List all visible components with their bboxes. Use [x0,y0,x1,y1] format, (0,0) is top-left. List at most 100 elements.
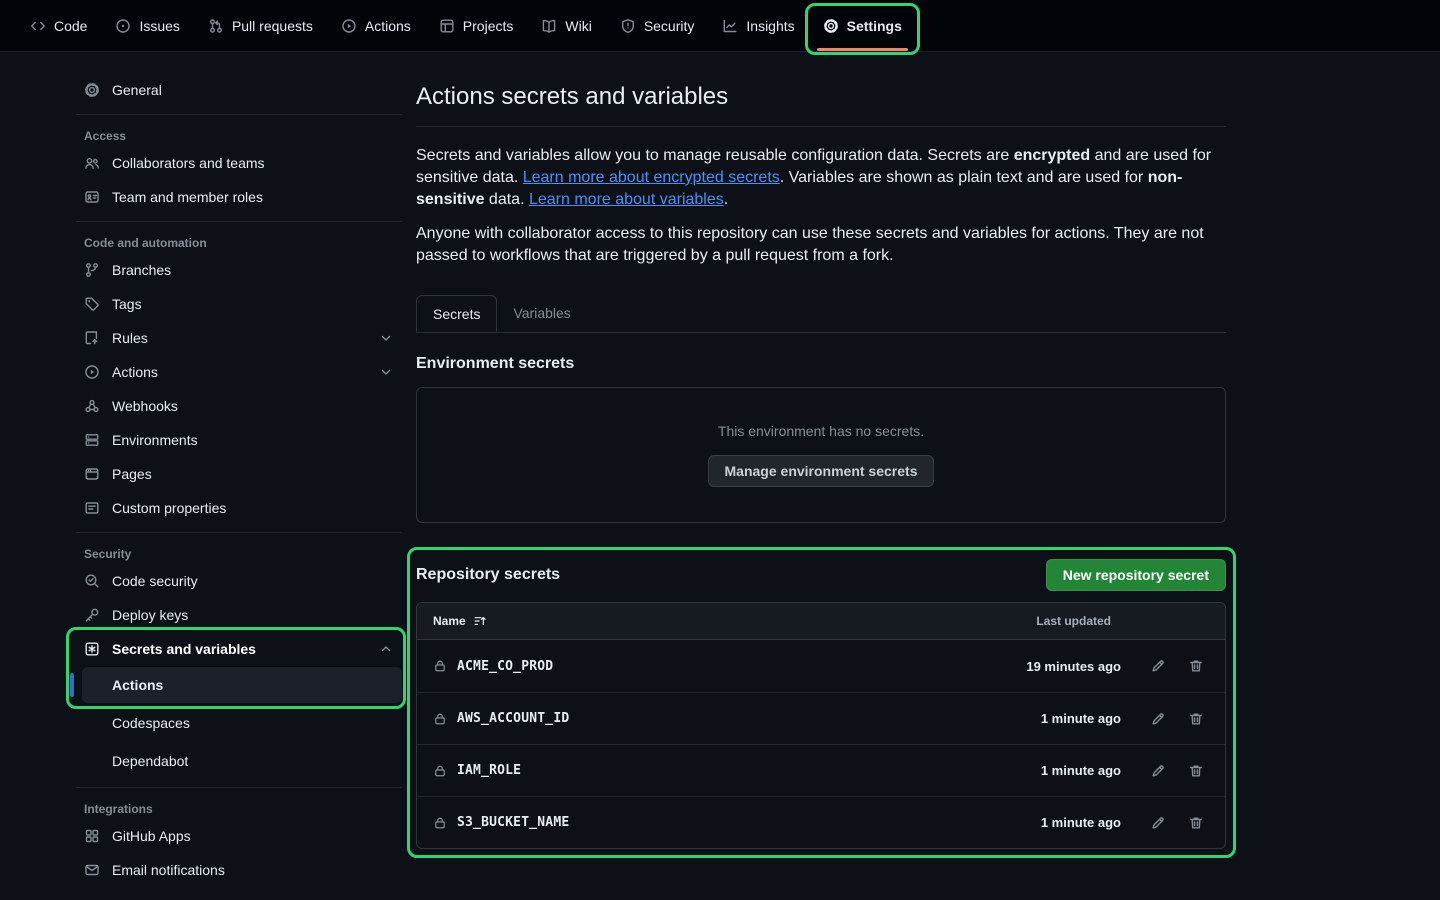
sidebar-item-label: Team and member roles [112,189,263,205]
intro-text: data. [484,191,528,208]
nav-tab-label: Wiki [565,18,591,34]
chevron-down-icon [378,330,394,346]
tab-variables[interactable]: Variables [497,295,586,332]
trash-icon [1188,815,1204,831]
trash-icon [1188,763,1204,779]
sidebar-item-environments[interactable]: Environments [76,424,402,456]
sidebar-item-email-notifications[interactable]: Email notifications [76,854,402,886]
codescan-icon [84,573,100,589]
lock-icon [433,712,447,726]
manage-environment-secrets-button[interactable]: Manage environment secrets [708,455,935,487]
repository-secrets-section: Repository secrets New repository secret… [416,559,1226,849]
edit-secret-button[interactable] [1139,647,1177,685]
sidebar-item-general[interactable]: General [76,74,402,106]
sidebar-subitem-codespaces[interactable]: Codespaces [82,705,402,741]
nav-tab-actions[interactable]: Actions [329,8,423,44]
sidebar-item-secrets-and-variables[interactable]: Secrets and variables [76,633,402,665]
nav-tab-pull-requests[interactable]: Pull requests [196,8,325,44]
secrets-variables-tabnav: Secrets Variables [416,295,1226,333]
edit-secret-button[interactable] [1139,700,1177,738]
sidebar-item-label: Collaborators and teams [112,155,265,171]
play-circle-icon [341,18,357,34]
secret-last-updated: 19 minutes ago [1026,659,1121,674]
repository-secrets-table: Name Last updated ACME_CO_PROD 19 minute… [416,602,1226,849]
shield-icon [620,18,636,34]
sidebar-item-label: Tags [112,296,142,312]
note-icon [84,500,100,516]
sidebar-section-security: Security [76,541,402,565]
secret-last-updated: 1 minute ago [1041,711,1121,726]
play-circle-icon [84,364,100,380]
graph-icon [722,18,738,34]
lock-icon [433,816,447,830]
webhook-icon [84,398,100,414]
secret-last-updated: 1 minute ago [1041,763,1121,778]
sidebar-item-deploy-keys[interactable]: Deploy keys [76,599,402,631]
edit-secret-button[interactable] [1139,804,1177,842]
secret-name: S3_BUCKET_NAME [457,815,569,830]
code-icon [30,18,46,34]
delete-secret-button[interactable] [1177,804,1215,842]
tab-secrets[interactable]: Secrets [416,295,497,332]
delete-secret-button[interactable] [1177,752,1215,790]
link-learn-variables[interactable]: Learn more about variables [529,191,724,208]
sidebar-item-branches[interactable]: Branches [76,254,402,286]
sidebar-item-collaborators[interactable]: Collaborators and teams [76,147,402,179]
sidebar-subitem-actions[interactable]: Actions [82,667,402,703]
nav-tab-projects[interactable]: Projects [427,8,526,44]
sidebar-item-label: Pages [112,466,152,482]
sidebar-item-label: Codespaces [112,715,190,731]
nav-tab-label: Security [644,18,695,34]
delete-secret-button[interactable] [1177,700,1215,738]
nav-tab-label: Issues [139,18,179,34]
sidebar-item-team-roles[interactable]: Team and member roles [76,181,402,213]
active-tab-underline [817,48,908,51]
secret-name: IAM_ROLE [457,763,521,778]
secret-row: ACME_CO_PROD 19 minutes ago [417,640,1225,692]
intro-paragraph: Secrets and variables allow you to manag… [416,145,1226,211]
sidebar-item-label: Actions [112,677,163,693]
name-header-label: Name [433,614,466,628]
sidebar-item-rules[interactable]: Rules [76,322,402,354]
sidebar-subitem-dependabot[interactable]: Dependabot [82,743,402,779]
sidebar-item-code-security[interactable]: Code security [76,565,402,597]
trash-icon [1188,711,1204,727]
link-learn-encrypted-secrets[interactable]: Learn more about encrypted secrets [523,169,780,186]
pencil-icon [1150,763,1166,779]
edit-secret-button[interactable] [1139,752,1177,790]
nav-tab-settings[interactable]: Settings [811,8,914,44]
sidebar-item-label: GitHub Apps [112,828,191,844]
sidebar-item-pages[interactable]: Pages [76,458,402,490]
repository-secrets-heading: Repository secrets [416,566,560,584]
secret-asterisk-icon [84,641,100,657]
secret-row: IAM_ROLE 1 minute ago [417,744,1225,796]
sidebar-item-label: Code security [112,573,198,589]
sidebar-item-label: Environments [112,432,198,448]
sidebar-item-custom-properties[interactable]: Custom properties [76,492,402,524]
divider [76,787,402,788]
chevron-down-icon [378,364,394,380]
name-column-header[interactable]: Name [417,614,487,628]
nav-tab-insights[interactable]: Insights [710,8,806,44]
sidebar-item-label: Email notifications [112,862,225,878]
nav-tab-issues[interactable]: Issues [103,8,191,44]
sidebar-item-actions[interactable]: Actions [76,356,402,388]
divider [76,114,402,115]
sidebar-section-access: Access [76,123,402,147]
nav-tab-wiki[interactable]: Wiki [529,8,603,44]
pencil-icon [1150,658,1166,674]
sidebar-item-label: Webhooks [112,398,178,414]
pencil-icon [1150,815,1166,831]
secrets-and-variables-group: Secrets and variables Actions [76,633,402,703]
sidebar-item-label: Secrets and variables [112,641,256,657]
sidebar-item-github-apps[interactable]: GitHub Apps [76,820,402,852]
new-repository-secret-button[interactable]: New repository secret [1046,559,1226,591]
repo-nav: Code Issues Pull requests Actions Projec… [0,0,1440,52]
nav-tab-security[interactable]: Security [608,8,707,44]
delete-secret-button[interactable] [1177,647,1215,685]
nav-tab-code[interactable]: Code [18,8,99,44]
sidebar-item-tags[interactable]: Tags [76,288,402,320]
nav-tab-label: Pull requests [232,18,313,34]
apps-grid-icon [84,828,100,844]
sidebar-item-webhooks[interactable]: Webhooks [76,390,402,422]
